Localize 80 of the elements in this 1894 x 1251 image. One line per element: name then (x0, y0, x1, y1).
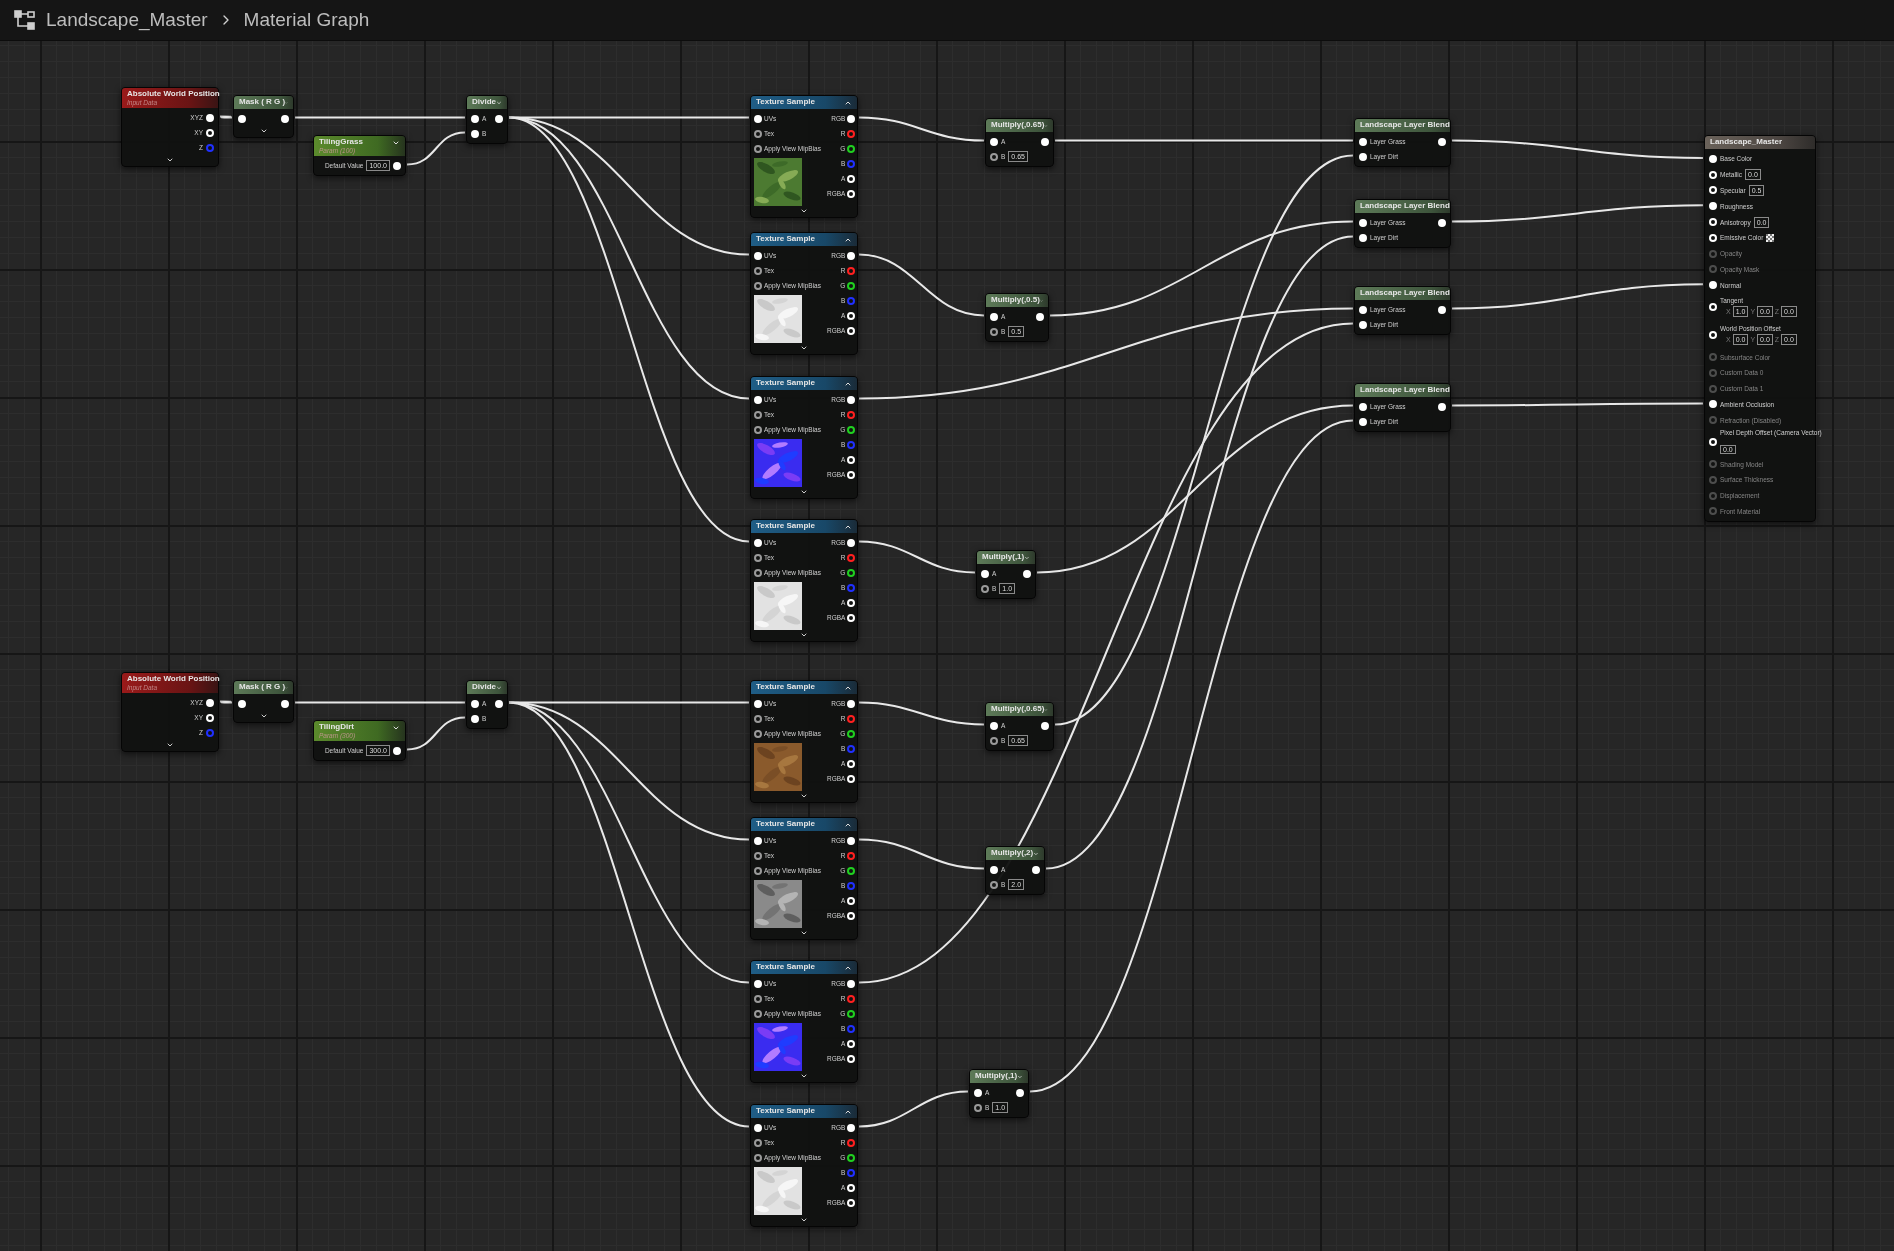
pin[interactable] (754, 568, 762, 577)
pin[interactable] (847, 425, 856, 434)
node-title: Landscape Layer Blend (1360, 385, 1450, 395)
node-title: Texture Sample (756, 682, 815, 692)
collapse-icon[interactable] (844, 380, 852, 388)
pin[interactable] (847, 866, 856, 875)
pin[interactable] (754, 1153, 762, 1162)
pin[interactable] (990, 327, 998, 336)
node-title: Mask ( R G ) (239, 97, 286, 107)
dropdown-icon[interactable] (392, 139, 400, 147)
node-title: Texture Sample (756, 819, 815, 829)
pin[interactable] (754, 129, 762, 138)
node-title: Multiply(,1) (975, 1071, 1018, 1081)
collapse-icon[interactable] (844, 1108, 852, 1116)
dropdown-icon[interactable] (392, 724, 400, 732)
node-title: Multiply(,0.65) (991, 120, 1045, 130)
node-title: Texture Sample (756, 378, 815, 388)
pin[interactable] (754, 410, 762, 419)
pin[interactable] (847, 1009, 856, 1018)
node-title: TilingGrass (319, 137, 363, 147)
node-title: Texture Sample (756, 234, 815, 244)
node-title: Texture Sample (756, 521, 815, 531)
pin[interactable] (990, 736, 998, 745)
node-title: Landscape Layer Blend (1360, 201, 1450, 211)
pin[interactable] (754, 994, 762, 1003)
connection-wire (406, 716, 466, 751)
node-title: Texture Sample (756, 962, 815, 972)
node-title: Multiply(,0.65) (991, 704, 1045, 714)
collapse-icon[interactable] (844, 523, 852, 531)
node-title: Multiply(,1) (982, 552, 1025, 562)
node-card[interactable]: Mask ( R G ) (233, 95, 294, 138)
pin[interactable] (974, 1103, 982, 1112)
pin[interactable] (990, 152, 998, 161)
pin[interactable] (847, 568, 856, 577)
node-title: Landscape Layer Blend (1360, 288, 1450, 298)
pin[interactable] (754, 425, 762, 434)
collapse-icon[interactable] (844, 964, 852, 972)
node-title: Mask ( R G ) (239, 682, 286, 692)
pin[interactable] (754, 266, 762, 275)
collapse-icon[interactable] (844, 684, 852, 692)
node-title: Texture Sample (756, 1106, 815, 1116)
pin[interactable] (754, 1138, 762, 1147)
pin[interactable] (981, 584, 989, 593)
breadcrumb-link[interactable]: Landscape_Master (46, 9, 208, 31)
connection-wire (406, 131, 466, 166)
node-title: Absolute World Position (127, 89, 220, 99)
pin[interactable] (754, 729, 762, 738)
connection-wire (219, 700, 233, 704)
pin[interactable] (754, 553, 762, 562)
node-card[interactable]: Mask ( R G ) (233, 680, 294, 723)
color-swatch[interactable] (1766, 233, 1775, 242)
pin[interactable] (754, 714, 762, 723)
dropdown-icon[interactable] (1033, 850, 1039, 858)
pin[interactable] (847, 729, 856, 738)
pin[interactable] (990, 880, 998, 889)
pin[interactable] (754, 144, 762, 153)
node-title: Multiply(,0.5) (991, 295, 1040, 305)
dropdown-icon[interactable] (1017, 1073, 1023, 1081)
collapse-icon[interactable] (844, 821, 852, 829)
graph-icon (14, 10, 36, 30)
connection-wire (219, 115, 233, 119)
pin[interactable] (754, 1009, 762, 1018)
pin[interactable] (754, 281, 762, 290)
node-title: TilingDirt (319, 722, 355, 732)
pin[interactable] (847, 144, 856, 153)
node-title: Texture Sample (756, 97, 815, 107)
breadcrumb-link[interactable]: Material Graph (243, 9, 370, 31)
pin[interactable] (847, 281, 856, 290)
node-title: Landscape Layer Blend (1360, 120, 1450, 130)
pin[interactable] (754, 866, 762, 875)
node-title: Divide (472, 682, 496, 692)
collapse-icon[interactable] (844, 236, 852, 244)
node-title: Divide (472, 97, 496, 107)
node-title: Absolute World Position (127, 674, 220, 684)
collapse-icon[interactable] (844, 99, 852, 107)
pin[interactable] (754, 851, 762, 860)
pin[interactable] (847, 1153, 856, 1162)
node-title: Landscape_Master (1710, 137, 1783, 147)
dropdown-icon[interactable] (1024, 554, 1030, 562)
node-title: Multiply(,2) (991, 848, 1034, 858)
